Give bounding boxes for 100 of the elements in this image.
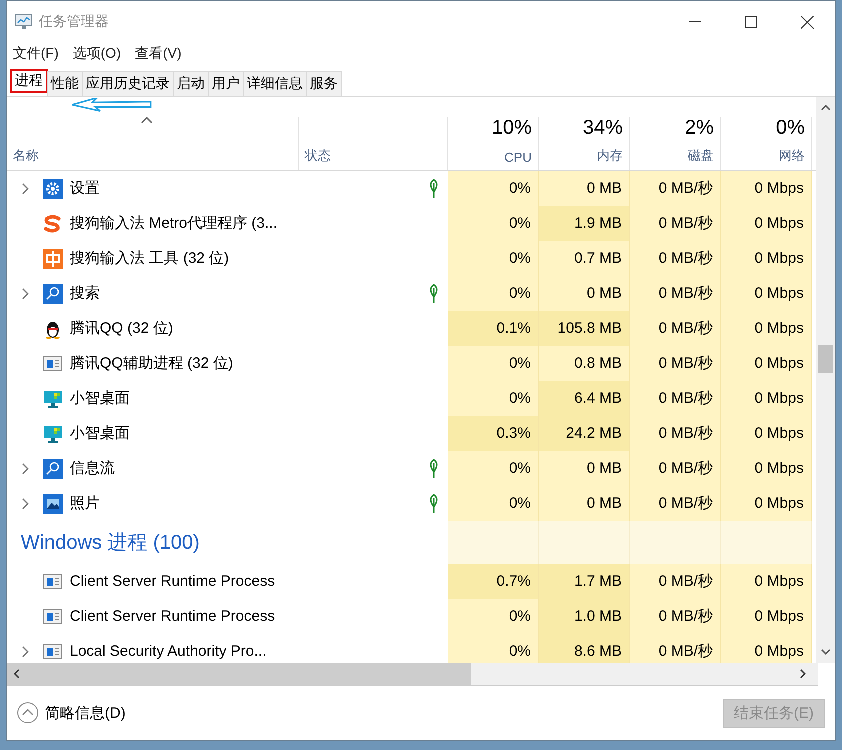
vertical-scrollbar[interactable]	[816, 97, 835, 663]
table-cell: 0 MB/秒	[630, 311, 721, 346]
process-name: 腾讯QQ (32 位)	[70, 319, 174, 338]
column-header[interactable]: CPU	[504, 150, 532, 165]
menu-item[interactable]: 选项(O)	[72, 45, 122, 63]
table-cell: 0 Mbps	[721, 599, 812, 634]
process-name: 搜索	[70, 284, 100, 303]
minimize-icon[interactable]	[689, 21, 701, 23]
table-cell: 0 MB/秒	[630, 241, 721, 276]
table-cell: 0 MB/秒	[630, 416, 721, 451]
tab[interactable]: 用户	[208, 71, 244, 96]
table-cell: 0.7%	[448, 564, 539, 599]
table-cell: 0 MB/秒	[630, 451, 721, 486]
table-cell: 0 MB/秒	[630, 346, 721, 381]
tab[interactable]: 详细信息	[243, 71, 307, 96]
table-cell: 0 Mbps	[721, 311, 812, 346]
table-cell: 0 MB/秒	[630, 206, 721, 241]
search-icon	[43, 284, 63, 304]
maximize-icon[interactable]	[745, 16, 757, 28]
window-title: 任务管理器	[39, 13, 109, 31]
tab[interactable]: 启动	[173, 71, 209, 96]
table-cell: 0.1%	[448, 311, 539, 346]
expand-chevron-icon[interactable]	[22, 646, 28, 658]
process-name: Local Security Authority Pro...	[70, 643, 267, 660]
table-cell: 0%	[448, 634, 539, 663]
table-cell: 0%	[448, 381, 539, 416]
monitor-chart-icon	[15, 14, 33, 30]
table-cell: 0 MB/秒	[630, 486, 721, 521]
menu-item[interactable]: 查看(V)	[135, 45, 182, 63]
sort-caret-icon	[141, 117, 153, 124]
process-name: 搜狗输入法 工具 (32 位)	[70, 249, 230, 268]
table-cell: 0.7 MB	[539, 241, 630, 276]
gear-icon	[43, 178, 63, 198]
app-window-icon	[43, 354, 63, 374]
s-logo-icon	[43, 214, 63, 234]
table-cell: 0%	[448, 241, 539, 276]
tab[interactable]: 性能	[47, 71, 83, 96]
table-cell: 1.7 MB	[539, 564, 630, 599]
table-cell: 1.9 MB	[539, 206, 630, 241]
search-icon	[43, 458, 63, 478]
fewer-details-button[interactable]: 简略信息(D)	[17, 702, 126, 724]
table-cell: 1.0 MB	[539, 599, 630, 634]
table-cell: 0 MB/秒	[630, 276, 721, 311]
table-cell: 0 MB/秒	[630, 564, 721, 599]
table-cell: 0.8 MB	[539, 346, 630, 381]
expand-chevron-icon[interactable]	[22, 288, 28, 300]
group-header: Windows 进程 (100)	[21, 531, 200, 556]
table-cell: 0 MB/秒	[630, 599, 721, 634]
tab[interactable]: 服务	[306, 71, 342, 96]
process-name: 小智桌面	[70, 424, 130, 443]
table-cell: 0 Mbps	[721, 276, 812, 311]
scroll-left-icon[interactable]	[14, 669, 20, 679]
table-cell: 0 MB	[539, 486, 630, 521]
table-cell: 0.3%	[448, 416, 539, 451]
table-cell: 8.6 MB	[539, 634, 630, 663]
column-header[interactable]: 内存	[597, 147, 623, 165]
column-header[interactable]: 名称	[13, 147, 292, 165]
table-cell: 24.2 MB	[539, 416, 630, 451]
process-name: 搜狗输入法 Metro代理程序 (3...	[70, 214, 278, 233]
scroll-up-icon[interactable]	[820, 105, 831, 111]
expand-chevron-icon[interactable]	[22, 498, 28, 510]
table-cell: 0 MB	[539, 171, 630, 206]
column-header[interactable]: 网络	[779, 147, 805, 165]
table-cell: 0 Mbps	[721, 381, 812, 416]
column-header[interactable]: 状态	[305, 147, 441, 165]
tab[interactable]: 应用历史记录	[82, 71, 174, 96]
table-cell: 0 MB	[539, 451, 630, 486]
process-name: 腾讯QQ辅助进程 (32 位)	[70, 354, 234, 373]
expand-chevron-icon[interactable]	[22, 462, 28, 474]
table-cell: 0 MB/秒	[630, 171, 721, 206]
scroll-right-icon[interactable]	[800, 669, 806, 679]
app-window-icon	[43, 642, 63, 662]
process-name: 设置	[70, 179, 100, 198]
table-cell: 0%	[448, 171, 539, 206]
table-cell: 0%	[448, 206, 539, 241]
table-cell: 6.4 MB	[539, 381, 630, 416]
process-name: Client Server Runtime Process	[70, 573, 276, 590]
process-name: 信息流	[70, 459, 115, 478]
app-window-icon	[43, 606, 63, 626]
table-cell: 0 Mbps	[721, 634, 812, 663]
table-cell: 0%	[448, 599, 539, 634]
column-total: 34%	[582, 117, 623, 140]
table-cell: 0 Mbps	[721, 486, 812, 521]
expand-chevron-icon[interactable]	[22, 182, 28, 194]
column-header[interactable]: 磁盘	[688, 147, 714, 165]
horizontal-scrollbar[interactable]	[7, 663, 471, 685]
zhong-logo-icon	[43, 248, 63, 268]
menu-item[interactable]: 文件(F)	[13, 45, 59, 63]
tab[interactable]: 进程	[10, 69, 48, 93]
table-cell: 0%	[448, 451, 539, 486]
scroll-thumb[interactable]	[818, 345, 834, 373]
table-cell: 0%	[448, 486, 539, 521]
table-cell: 0 Mbps	[721, 206, 812, 241]
process-name: 小智桌面	[70, 389, 130, 408]
close-icon[interactable]	[800, 16, 814, 28]
process-name: Client Server Runtime Process	[70, 608, 276, 625]
scroll-down-icon[interactable]	[820, 649, 831, 655]
app-window-icon	[43, 572, 63, 592]
table-cell: 0 Mbps	[721, 451, 812, 486]
column-total: 2%	[685, 117, 714, 140]
